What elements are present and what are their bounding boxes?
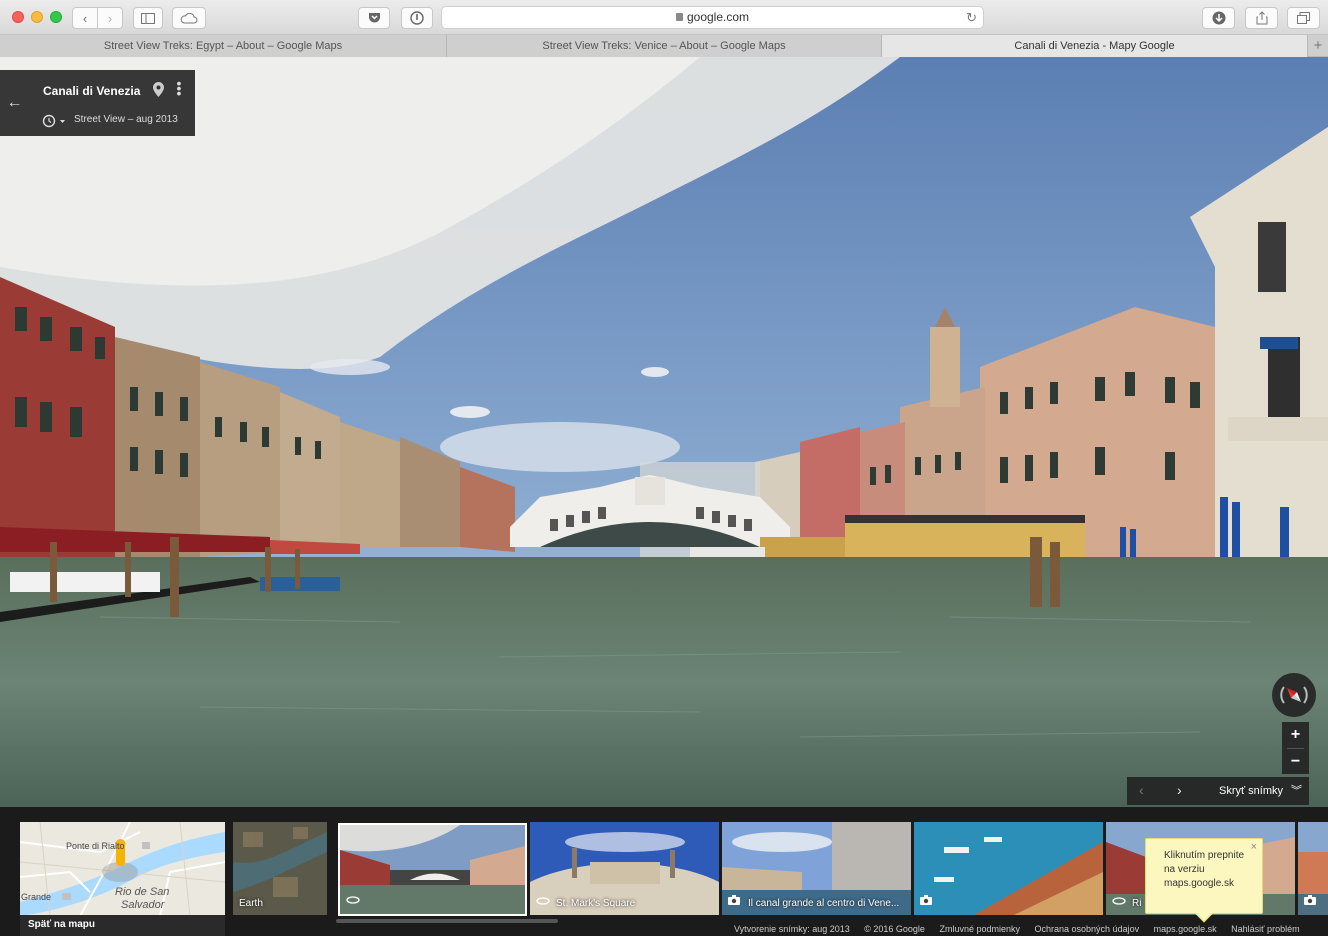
chevron-left-icon[interactable]: ‹ [1139, 782, 1144, 798]
camera-icon [728, 892, 740, 910]
back-to-map-button[interactable]: ← [0, 70, 29, 136]
map-footer: Vytvorenie snímky: aug 2013 © 2016 Googl… [734, 924, 1312, 934]
forward-button[interactable]: › [97, 7, 123, 29]
tab-venice-about[interactable]: Street View Treks: Venice – About – Goog… [447, 35, 882, 57]
browser-toolbar: ‹ › google.com ↻ [0, 0, 1328, 35]
cloud-icon [180, 12, 198, 23]
maps-domain-link[interactable]: maps.google.sk [1154, 924, 1217, 934]
location-title: Canali di Venezia [43, 84, 141, 98]
photo-strip-controls: ‹ › Skryť snímky ︾ [1127, 777, 1309, 805]
panorama-360-icon [346, 891, 360, 909]
extension-button[interactable] [401, 7, 433, 29]
panorama-360-icon [1112, 892, 1126, 910]
sidebar-icon [141, 12, 155, 24]
close-icon[interactable]: × [1251, 840, 1257, 854]
info-icon [410, 11, 424, 25]
maximize-window-button[interactable] [50, 11, 62, 23]
switch-version-tooltip[interactable]: × Kliknutím prepnite na verziu maps.goog… [1145, 838, 1263, 923]
venice-aerial-thumb-image [914, 822, 1103, 915]
pocket-icon [368, 13, 380, 23]
camera-icon [1304, 892, 1316, 910]
thumb-label-rialto: Ri [1132, 898, 1142, 909]
zoom-out-button[interactable]: − [1282, 749, 1309, 775]
tab-label: Canali di Venezia - Mapy Google [1014, 40, 1175, 52]
location-card: Canali di Venezia • • • Street View – aug … [29, 70, 195, 136]
reload-icon[interactable]: ↻ [966, 7, 977, 28]
tab-bar: Street View Treks: Egypt – About – Googl… [0, 35, 1328, 57]
back-to-map-link[interactable]: Späť na mapu [20, 915, 225, 936]
filmstrip-scrollbar[interactable] [336, 919, 558, 923]
minimize-window-button[interactable] [31, 11, 43, 23]
show-tabs-button[interactable] [1287, 7, 1320, 29]
history-clock-icon [42, 114, 65, 128]
time-travel-button[interactable] [42, 114, 68, 133]
imagery-date: Street View – aug 2013 [74, 114, 178, 125]
mini-map-image: Ponte di Rialto Grande Rio de San Salvad… [20, 822, 225, 916]
tooltip-text: Kliknutím prepnite na verziu maps.google… [1164, 850, 1245, 889]
thumb-label-earth: Earth [239, 898, 263, 909]
compass-button[interactable] [1272, 673, 1316, 717]
compass-icon [1280, 686, 1308, 704]
place-pin-button[interactable] [153, 82, 164, 102]
street-view-panorama[interactable] [0, 57, 1328, 807]
arrow-left-icon: ← [6, 94, 23, 111]
thumb-label-canal-grande: Il canal grande al centro di Vene... [748, 898, 900, 909]
thumb-next[interactable] [1298, 822, 1328, 915]
tab-canali-di-venezia[interactable]: Canali di Venezia - Mapy Google [882, 35, 1308, 57]
tab-label: Street View Treks: Egypt – About – Googl… [103, 40, 343, 52]
download-icon [1212, 11, 1225, 25]
thumb-current-panorama[interactable] [338, 823, 527, 916]
terms-link[interactable]: Zmluvné podmienky [939, 924, 1020, 934]
icloud-tabs-button[interactable] [172, 7, 206, 29]
map-label-ponte: Ponte di Rialto [66, 841, 125, 851]
address-bar[interactable]: google.com ↻ [441, 6, 984, 29]
tab-egypt[interactable]: Street View Treks: Egypt – About – Googl… [0, 35, 447, 57]
close-window-button[interactable] [12, 11, 24, 23]
downloads-button[interactable] [1202, 7, 1235, 29]
thumb-canal-grande[interactable]: Il canal grande al centro di Vene... [722, 822, 911, 915]
zoom-control: + − [1282, 722, 1309, 774]
share-button[interactable] [1245, 7, 1278, 29]
sidebar-button[interactable] [133, 7, 163, 29]
tabs-overview-icon [1297, 12, 1310, 24]
imagery-capture-date: Vytvorenie snímky: aug 2013 [734, 924, 850, 934]
more-options-icon[interactable]: • • • [176, 76, 182, 100]
mini-map[interactable]: Ponte di Rialto Grande Rio de San Salvad… [20, 822, 225, 916]
back-button[interactable]: ‹ [72, 7, 98, 29]
url-text: google.com [686, 10, 750, 24]
camera-icon [920, 892, 932, 910]
chevron-right-icon[interactable]: › [1177, 782, 1182, 798]
new-tab-button[interactable]: + [1308, 35, 1328, 56]
chevron-right-icon: › [107, 10, 113, 26]
thumb-earth[interactable]: Earth [233, 822, 327, 915]
map-label-rio: Rio de San [115, 886, 169, 898]
thumb-label-st-marks: St. Mark's Square [556, 898, 636, 909]
map-label-salvador: Salvador [121, 899, 166, 911]
tab-label: Street View Treks: Venice – About – Goog… [542, 40, 786, 52]
panorama-image [0, 57, 1328, 807]
lock-icon [675, 13, 683, 21]
map-label-grande: Grande [21, 892, 51, 902]
chevron-left-icon: ‹ [82, 10, 88, 26]
map-pin-icon [153, 82, 164, 97]
copyright: © 2016 Google [864, 924, 925, 934]
current-thumb-image [340, 825, 525, 914]
hide-photos-button[interactable]: Skryť snímky [1219, 785, 1283, 797]
panorama-360-icon [536, 892, 550, 910]
zoom-in-button[interactable]: + [1282, 722, 1309, 748]
thumb-st-marks-square[interactable]: St. Mark's Square [530, 822, 719, 915]
share-icon [1256, 11, 1267, 25]
report-problem-link[interactable]: Nahlásiť problém [1231, 924, 1299, 934]
thumb-venice-aerial[interactable] [914, 822, 1103, 915]
pocket-button[interactable] [358, 7, 390, 29]
double-chevron-down-icon[interactable]: ︾ [1291, 782, 1302, 798]
privacy-link[interactable]: Ochrana osobných údajov [1035, 924, 1140, 934]
